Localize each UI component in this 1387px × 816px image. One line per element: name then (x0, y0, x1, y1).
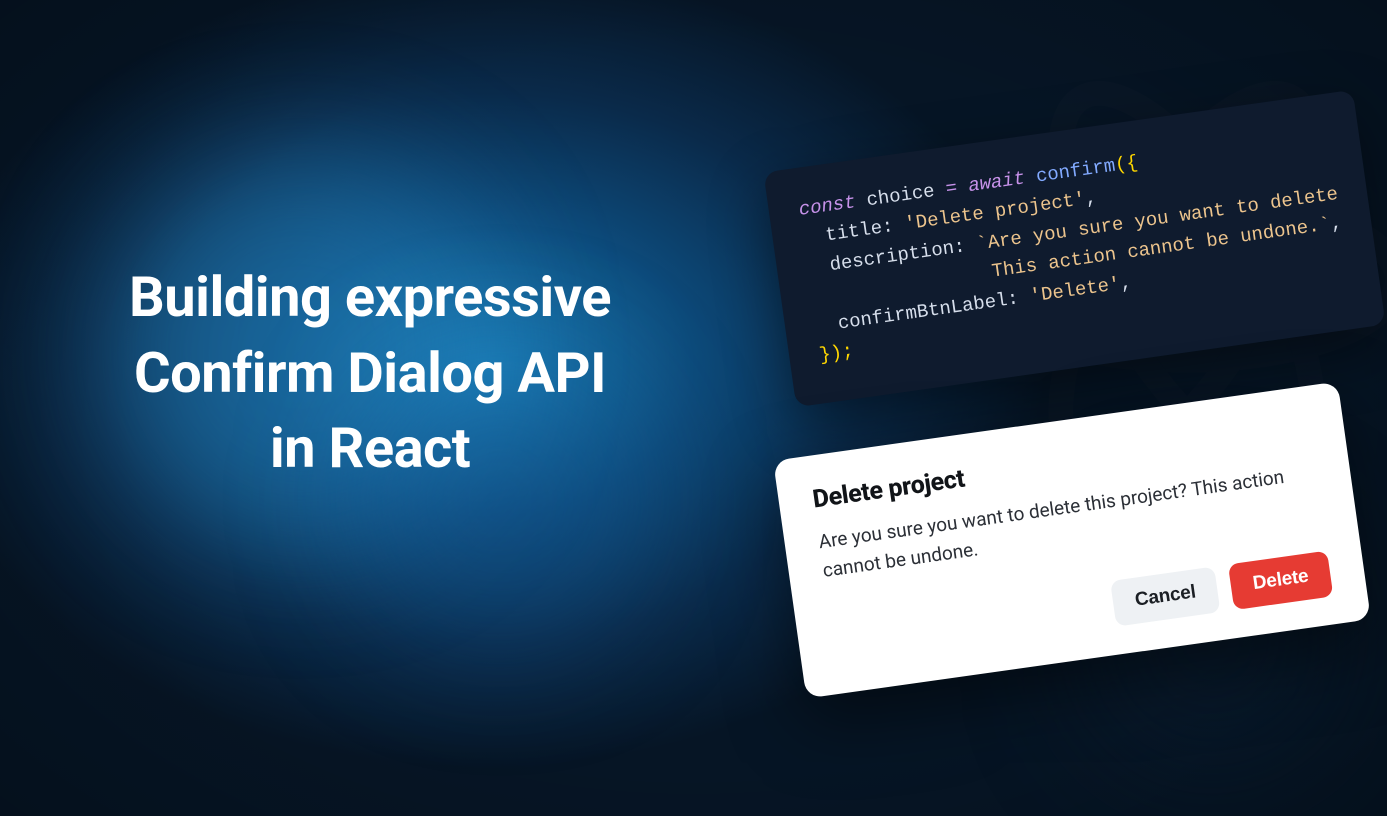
headline: Building expressive Confirm Dialog API i… (70, 260, 670, 487)
code-punc: : (1006, 287, 1020, 310)
code-brace: ({ (1114, 151, 1140, 176)
code-variable: choice (865, 180, 936, 211)
headline-line: in React (270, 415, 470, 481)
code-keyword: const (797, 191, 857, 221)
code-prop: confirmBtnLabel (836, 289, 1008, 335)
code-string: 'Delete' (1028, 273, 1121, 307)
code-punc: : (881, 216, 895, 239)
code-punc: , (1084, 187, 1098, 210)
delete-button[interactable]: Delete (1228, 551, 1333, 610)
code-punc: , (1329, 212, 1343, 235)
code-punc: , (1119, 271, 1133, 294)
code-keyword: await (967, 167, 1027, 197)
headline-line: Building expressive (129, 264, 611, 330)
headline-line: Confirm Dialog API (134, 340, 606, 406)
cancel-button[interactable]: Cancel (1110, 566, 1220, 626)
code-op: = (944, 177, 958, 200)
code-prop: title (824, 217, 884, 247)
code-fn: confirm (1035, 155, 1117, 188)
code-punc: : (952, 235, 966, 258)
code-brace: }); (818, 340, 855, 367)
